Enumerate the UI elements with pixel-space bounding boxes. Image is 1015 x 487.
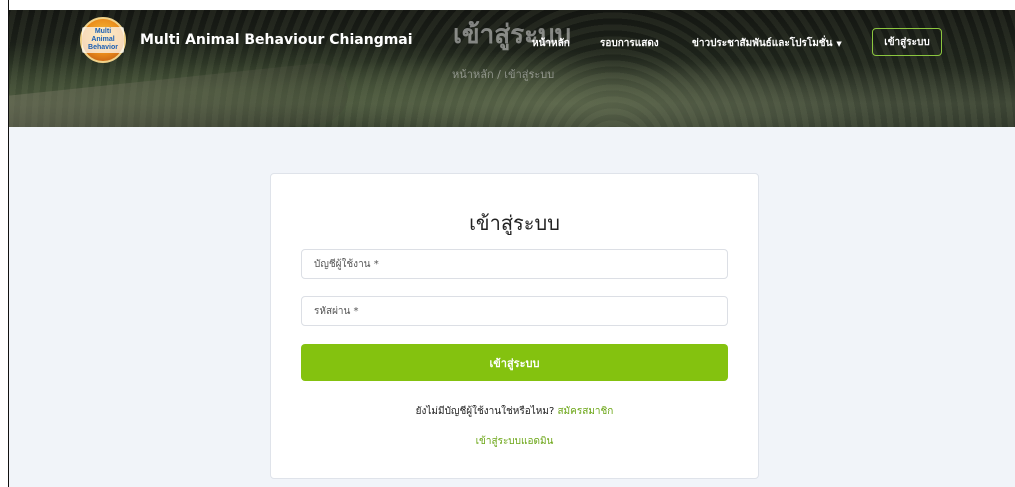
login-title: เข้าสู่ระบบ [469, 211, 560, 235]
password-field[interactable]: รหัสผ่าน * [301, 296, 728, 326]
username-placeholder: บัญชีผู้ใช้งาน * [314, 258, 379, 270]
login-submit-button[interactable]: เข้าสู่ระบบ [301, 344, 728, 381]
breadcrumb: หน้าหลัก / เข้าสู่ระบบ [452, 68, 555, 81]
no-account-text: ยังไม่มีบัญชีผู้ใช้งานใช่หรือไหม? [415, 406, 555, 417]
nav-news-dropdown[interactable]: ข่าวประชาสัมพันธ์และโปรโมชั่น ▼ [692, 36, 842, 51]
window-edge [0, 0, 9, 487]
nav-news-label: ข่าวประชาสัมพันธ์และโปรโมชั่น [692, 38, 833, 49]
logo-text: Multi Animal Behavior [82, 27, 124, 53]
register-link[interactable]: สมัครสมาชิก [557, 406, 613, 417]
nav-shows[interactable]: รอบการแสดง [600, 36, 659, 51]
login-card: เข้าสู่ระบบ บัญชีผู้ใช้งาน * รหัสผ่าน * … [270, 173, 759, 479]
nav-login-button[interactable]: เข้าสู่ระบบ [872, 28, 942, 56]
username-field[interactable]: บัญชีผู้ใช้งาน * [301, 249, 728, 279]
brand-logo[interactable]: Multi Animal Behavior [80, 17, 126, 63]
password-placeholder: รหัสผ่าน * [314, 305, 359, 317]
admin-login-link[interactable]: เข้าสู่ระบบแอดมิน [271, 434, 758, 449]
nav-home[interactable]: หน้าหลัก [532, 36, 570, 51]
brand-name[interactable]: Multi Animal Behaviour Chiangmai [140, 32, 413, 48]
caret-down-icon: ▼ [836, 40, 842, 48]
register-prompt: ยังไม่มีบัญชีผู้ใช้งานใช่หรือไหม? สมัครส… [271, 404, 758, 419]
